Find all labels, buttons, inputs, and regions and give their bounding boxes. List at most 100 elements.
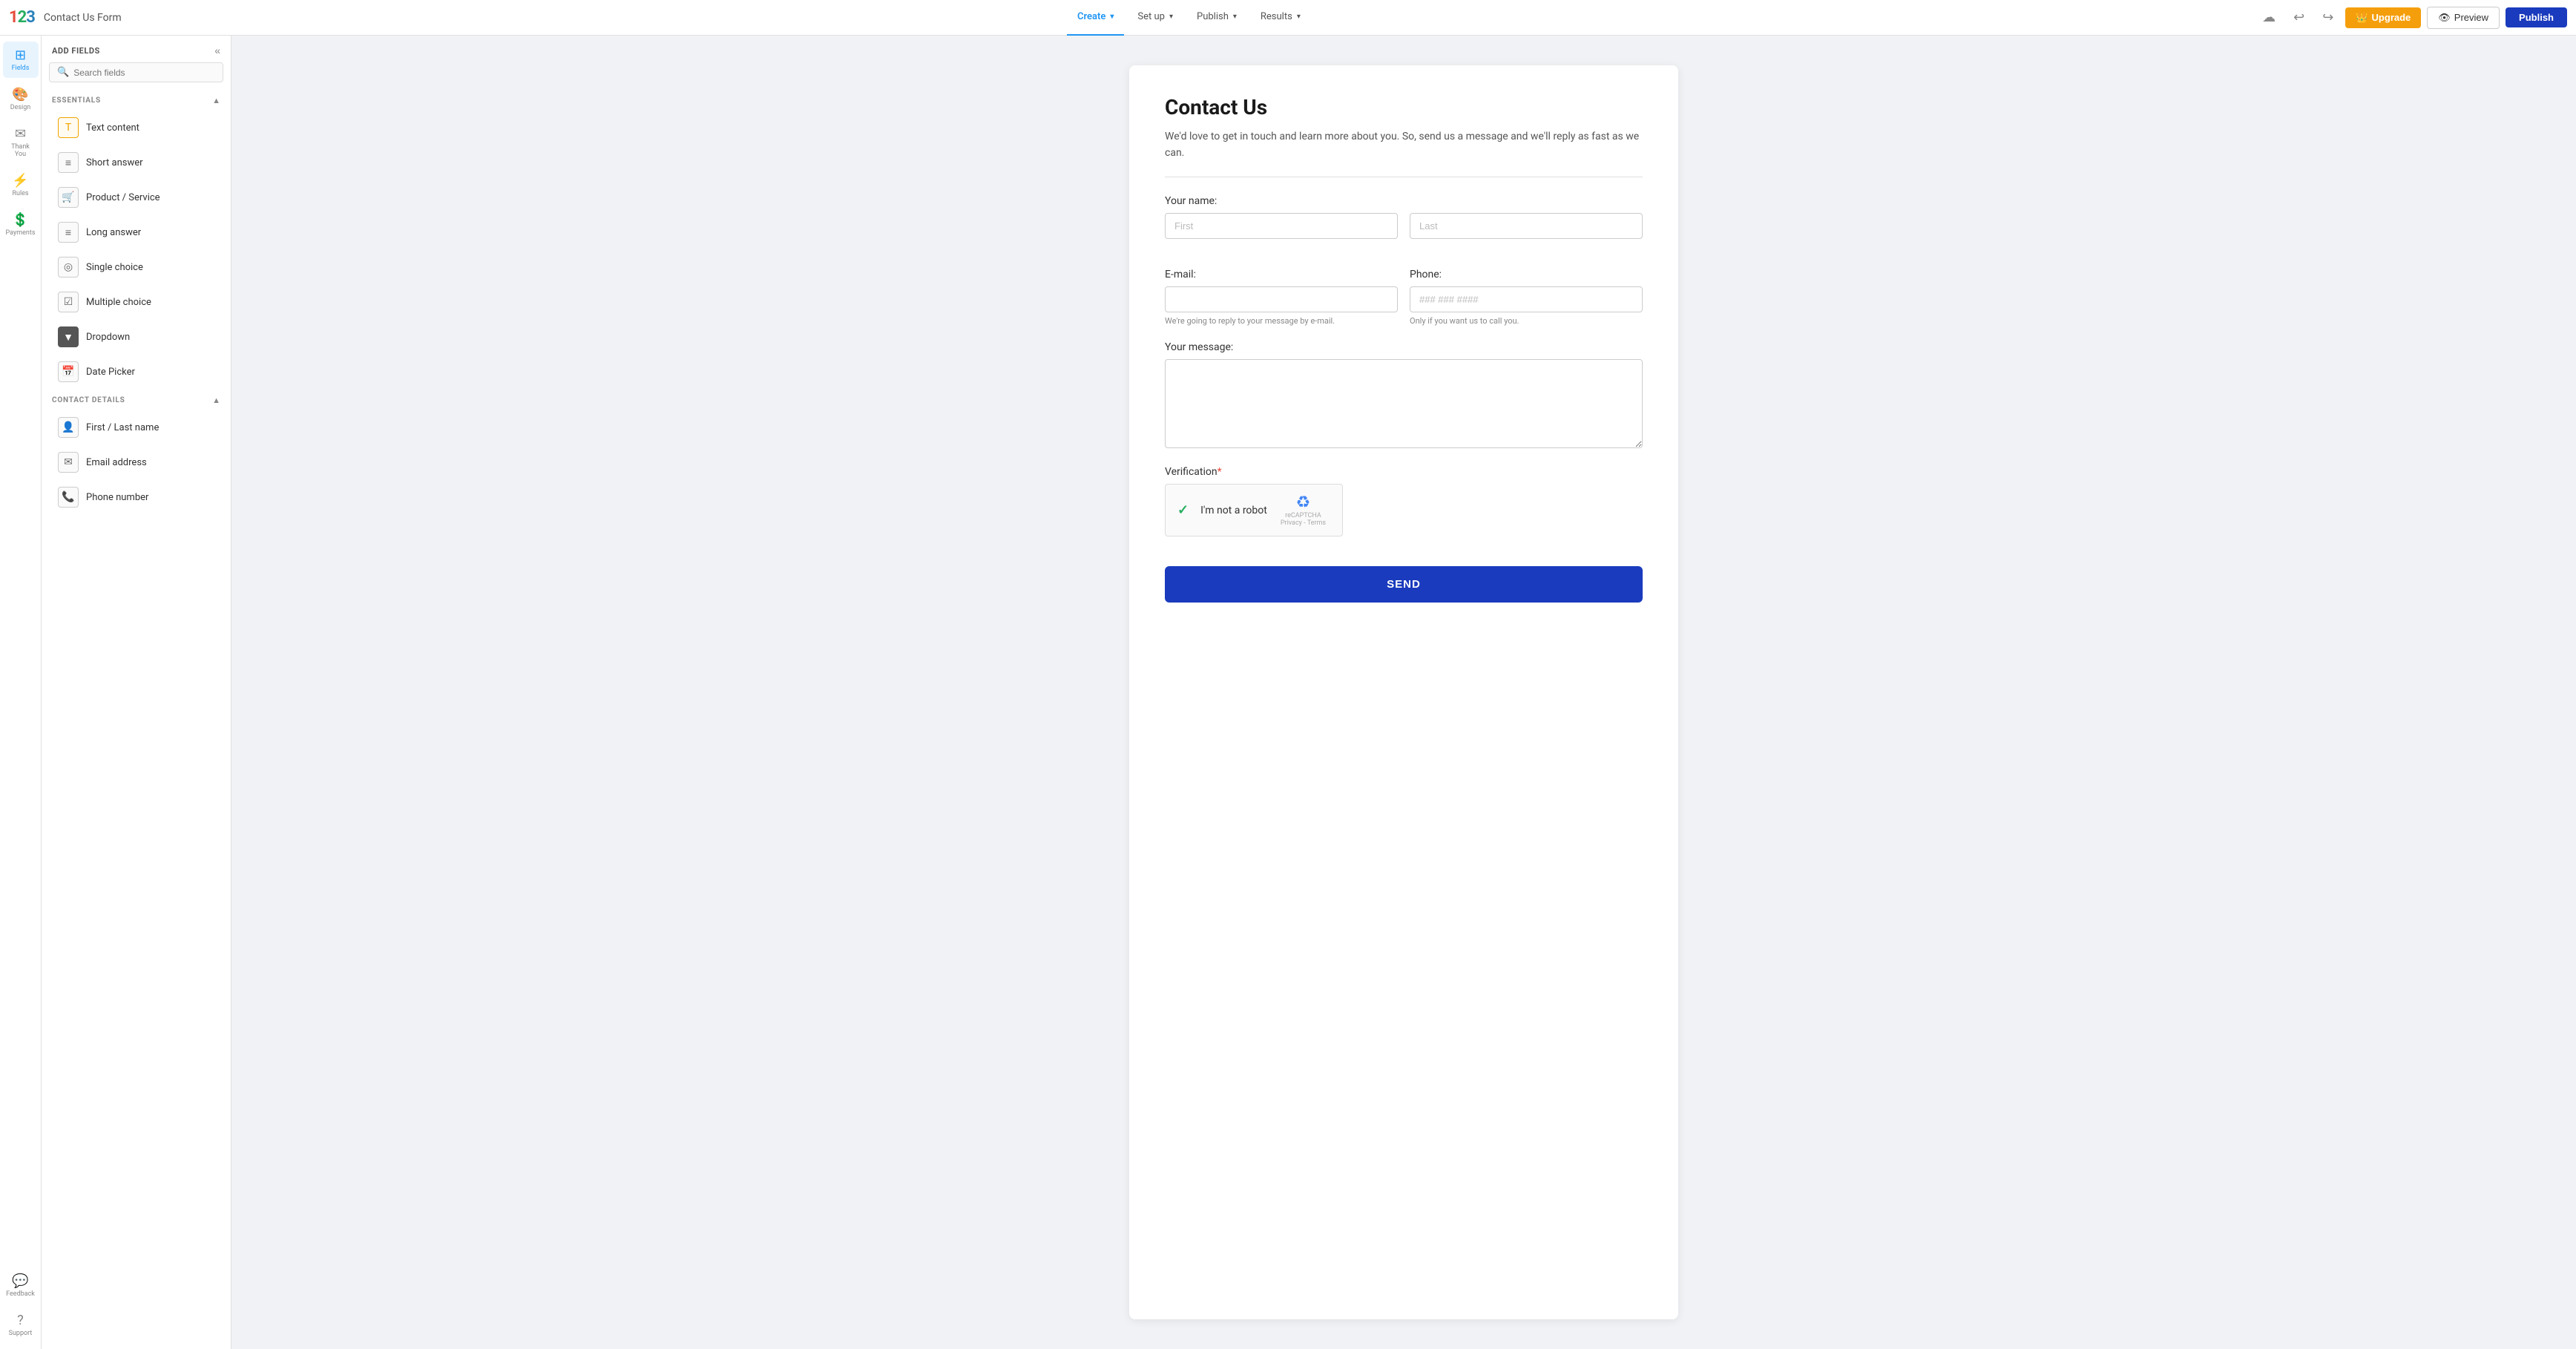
add-fields-title: ADD FIELDS [52, 46, 100, 56]
recaptcha-label: reCAPTCHA [1285, 512, 1321, 519]
phone-input[interactable] [1410, 286, 1643, 312]
dropdown-icon: ▼ [58, 326, 79, 347]
fields-header: ADD FIELDS « [42, 36, 231, 62]
phone-label: Phone: [1410, 269, 1643, 280]
field-multiple-choice[interactable]: ☑ Multiple choice [47, 285, 225, 319]
your-name-group: Your name: [1165, 195, 1643, 254]
upgrade-button[interactable]: 👑 Upgrade [2345, 7, 2421, 28]
nav-tabs: Create ▾ Set up ▾ Publish ▾ Results ▾ [1067, 0, 1311, 36]
thankyou-icon: ✉ [15, 126, 26, 142]
chevron-down-icon: ▾ [1169, 13, 1173, 21]
essentials-section-header[interactable]: ESSENTIALS ▲ [42, 90, 231, 110]
field-short-answer[interactable]: ≡ Short answer [47, 145, 225, 180]
field-first-last-name[interactable]: 👤 First / Last name [47, 410, 225, 444]
field-email-address[interactable]: ✉ Email address [47, 445, 225, 479]
fields-panel: ADD FIELDS « 🔍 ESSENTIALS ▲ T Text conte… [42, 36, 231, 1349]
phone-group: Phone: Only if you want us to call you. [1410, 269, 1643, 326]
publish-button[interactable]: Publish [2506, 7, 2567, 27]
eye-icon: 👁 [2438, 12, 2451, 24]
app-logo: 123 [9, 8, 35, 27]
multiple-choice-icon: ☑ [58, 292, 79, 312]
captcha-widget[interactable]: ✓ I'm not a robot ♻ reCAPTCHA Privacy - … [1165, 484, 1343, 536]
first-name-group [1165, 213, 1398, 239]
search-icon: 🔍 [57, 67, 69, 78]
product-service-icon: 🛒 [58, 187, 79, 208]
search-box: 🔍 [49, 62, 223, 82]
verification-group: Verification* ✓ I'm not a robot ♻ reCAPT… [1165, 466, 1643, 536]
tab-setup[interactable]: Set up ▾ [1127, 0, 1183, 36]
email-input[interactable] [1165, 286, 1398, 312]
your-name-label: Your name: [1165, 195, 1643, 207]
message-label: Your message: [1165, 341, 1643, 353]
text-content-icon: T [58, 117, 79, 138]
long-answer-icon: ≡ [58, 222, 79, 243]
chevron-down-icon: ▾ [1297, 13, 1301, 21]
chevron-up-icon: ▲ [212, 96, 220, 105]
sidebar-item-thank-you[interactable]: ✉ Thank You [3, 120, 39, 164]
tab-publish[interactable]: Publish ▾ [1186, 0, 1247, 36]
captcha-label: I'm not a robot [1200, 505, 1267, 516]
feedback-icon: 💬 [12, 1273, 28, 1289]
sidebar-item-rules[interactable]: ⚡ Rules [3, 167, 39, 203]
icon-sidebar: ⊞ Fields 🎨 Design ✉ Thank You ⚡ Rules 💲 … [0, 36, 42, 1349]
email-icon: ✉ [58, 452, 79, 473]
field-product-service[interactable]: 🛒 Product / Service [47, 180, 225, 214]
sidebar-item-design[interactable]: 🎨 Design [3, 81, 39, 117]
field-text-content[interactable]: T Text content [47, 111, 225, 145]
sidebar-item-payments[interactable]: 💲 Payments [3, 206, 39, 243]
field-dropdown[interactable]: ▼ Dropdown [47, 320, 225, 354]
chevron-down-icon: ▾ [1233, 13, 1237, 21]
recaptcha-icon: ♻ [1296, 493, 1311, 512]
last-name-input[interactable] [1410, 213, 1643, 239]
top-navigation: 123 Contact Us Form Create ▾ Set up ▾ Pu… [0, 0, 2576, 36]
tab-results[interactable]: Results ▾ [1250, 0, 1311, 36]
recaptcha-terms: Privacy - Terms [1281, 519, 1326, 527]
search-input[interactable] [73, 68, 215, 78]
support-icon: ? [17, 1313, 24, 1328]
preview-button[interactable]: 👁 Preview [2427, 7, 2500, 29]
last-name-group [1410, 213, 1643, 239]
payments-icon: 💲 [12, 212, 28, 228]
redo-button[interactable]: ↪ [2316, 7, 2339, 28]
first-name-input[interactable] [1165, 213, 1398, 239]
rules-icon: ⚡ [12, 173, 28, 188]
sidebar-item-fields[interactable]: ⊞ Fields [3, 42, 39, 78]
date-picker-icon: 📅 [58, 361, 79, 382]
phone-hint: Only if you want us to call you. [1410, 315, 1643, 326]
form-card: Contact Us We'd love to get in touch and… [1129, 65, 1678, 1319]
collapse-panel-button[interactable]: « [214, 45, 220, 56]
sidebar-item-feedback[interactable]: 💬 Feedback [3, 1267, 39, 1304]
verification-label: Verification* [1165, 466, 1643, 478]
main-layout: ⊞ Fields 🎨 Design ✉ Thank You ⚡ Rules 💲 … [0, 36, 2576, 1349]
contact-details-section-header[interactable]: CONTACT DETAILS ▲ [42, 390, 231, 410]
form-title: Contact Us [1165, 95, 1643, 119]
form-canvas: Contact Us We'd love to get in touch and… [231, 36, 2576, 1349]
field-phone-number[interactable]: 📞 Phone number [47, 480, 225, 514]
check-icon: ✓ [1177, 502, 1189, 518]
sidebar-item-support[interactable]: ? Support [3, 1307, 39, 1343]
undo-button[interactable]: ↩ [2287, 7, 2310, 28]
crown-icon: 👑 [2356, 12, 2368, 24]
message-group: Your message: [1165, 341, 1643, 451]
cloud-save-button[interactable]: ☁ [2256, 7, 2281, 28]
send-button[interactable]: SEND [1165, 566, 1643, 603]
short-answer-icon: ≡ [58, 152, 79, 173]
fields-list: ESSENTIALS ▲ T Text content ≡ Short answ… [42, 90, 231, 1349]
single-choice-icon: ◎ [58, 257, 79, 278]
fields-icon: ⊞ [15, 47, 26, 63]
tab-create[interactable]: Create ▾ [1067, 0, 1124, 36]
email-label: E-mail: [1165, 269, 1398, 280]
nav-actions: ☁ ↩ ↪ 👑 Upgrade 👁 Preview Publish [2256, 7, 2567, 29]
field-single-choice[interactable]: ◎ Single choice [47, 250, 225, 284]
form-description: We'd love to get in touch and learn more… [1165, 128, 1643, 162]
chevron-up-icon: ▲ [212, 395, 220, 405]
design-icon: 🎨 [12, 87, 28, 102]
chevron-down-icon: ▾ [1110, 13, 1114, 21]
message-textarea[interactable] [1165, 359, 1643, 448]
field-long-answer[interactable]: ≡ Long answer [47, 215, 225, 249]
name-row [1165, 213, 1643, 254]
phone-icon: 📞 [58, 487, 79, 508]
field-date-picker[interactable]: 📅 Date Picker [47, 355, 225, 389]
email-phone-row: E-mail: We're going to reply to your mes… [1165, 269, 1643, 341]
email-group: E-mail: We're going to reply to your mes… [1165, 269, 1398, 326]
